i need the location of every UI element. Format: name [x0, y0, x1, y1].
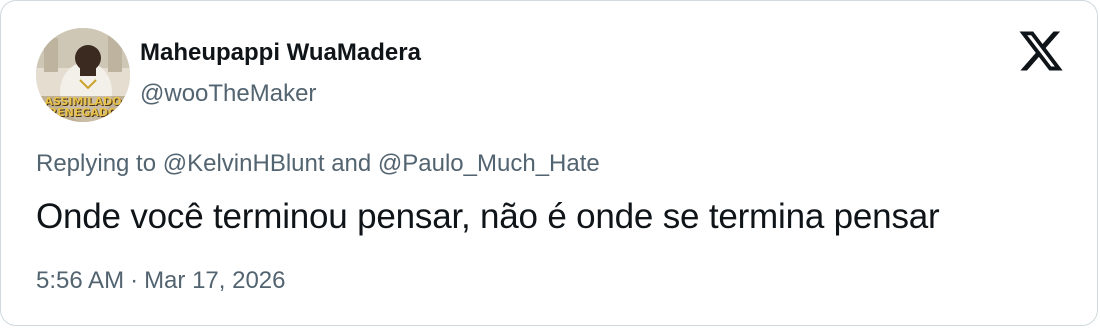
- author-display-name[interactable]: Maheupappi WuaMadera: [140, 39, 421, 67]
- timestamp-separator: ·: [130, 267, 139, 294]
- avatar-logo-text: ASSIMILADO RENEGADO: [44, 95, 122, 119]
- replying-to-line: Replying to @KelvinHBlunt and @Paulo_Muc…: [36, 150, 600, 178]
- tweet-time: 5:56 AM: [36, 267, 125, 294]
- tweet-date: Mar 17, 2026: [144, 267, 286, 294]
- tweet-card: ASSIMILADO RENEGADO Maheupappi WuaMadera…: [0, 0, 1098, 326]
- author-handle[interactable]: @wooTheMaker: [140, 80, 316, 108]
- mention-link-2[interactable]: @Paulo_Much_Hate: [378, 150, 600, 177]
- replying-to-label: Replying to: [36, 150, 157, 177]
- tweet-timestamp[interactable]: 5:56 AM · Mar 17, 2026: [36, 267, 285, 295]
- x-logo-icon[interactable]: [1017, 27, 1065, 75]
- replying-conjunction: and: [331, 150, 372, 177]
- avatar[interactable]: ASSIMILADO RENEGADO: [36, 28, 130, 122]
- mention-link-1[interactable]: @KelvinHBlunt: [163, 150, 325, 177]
- tweet-text: Onde você terminou pensar, não é onde se…: [36, 197, 940, 236]
